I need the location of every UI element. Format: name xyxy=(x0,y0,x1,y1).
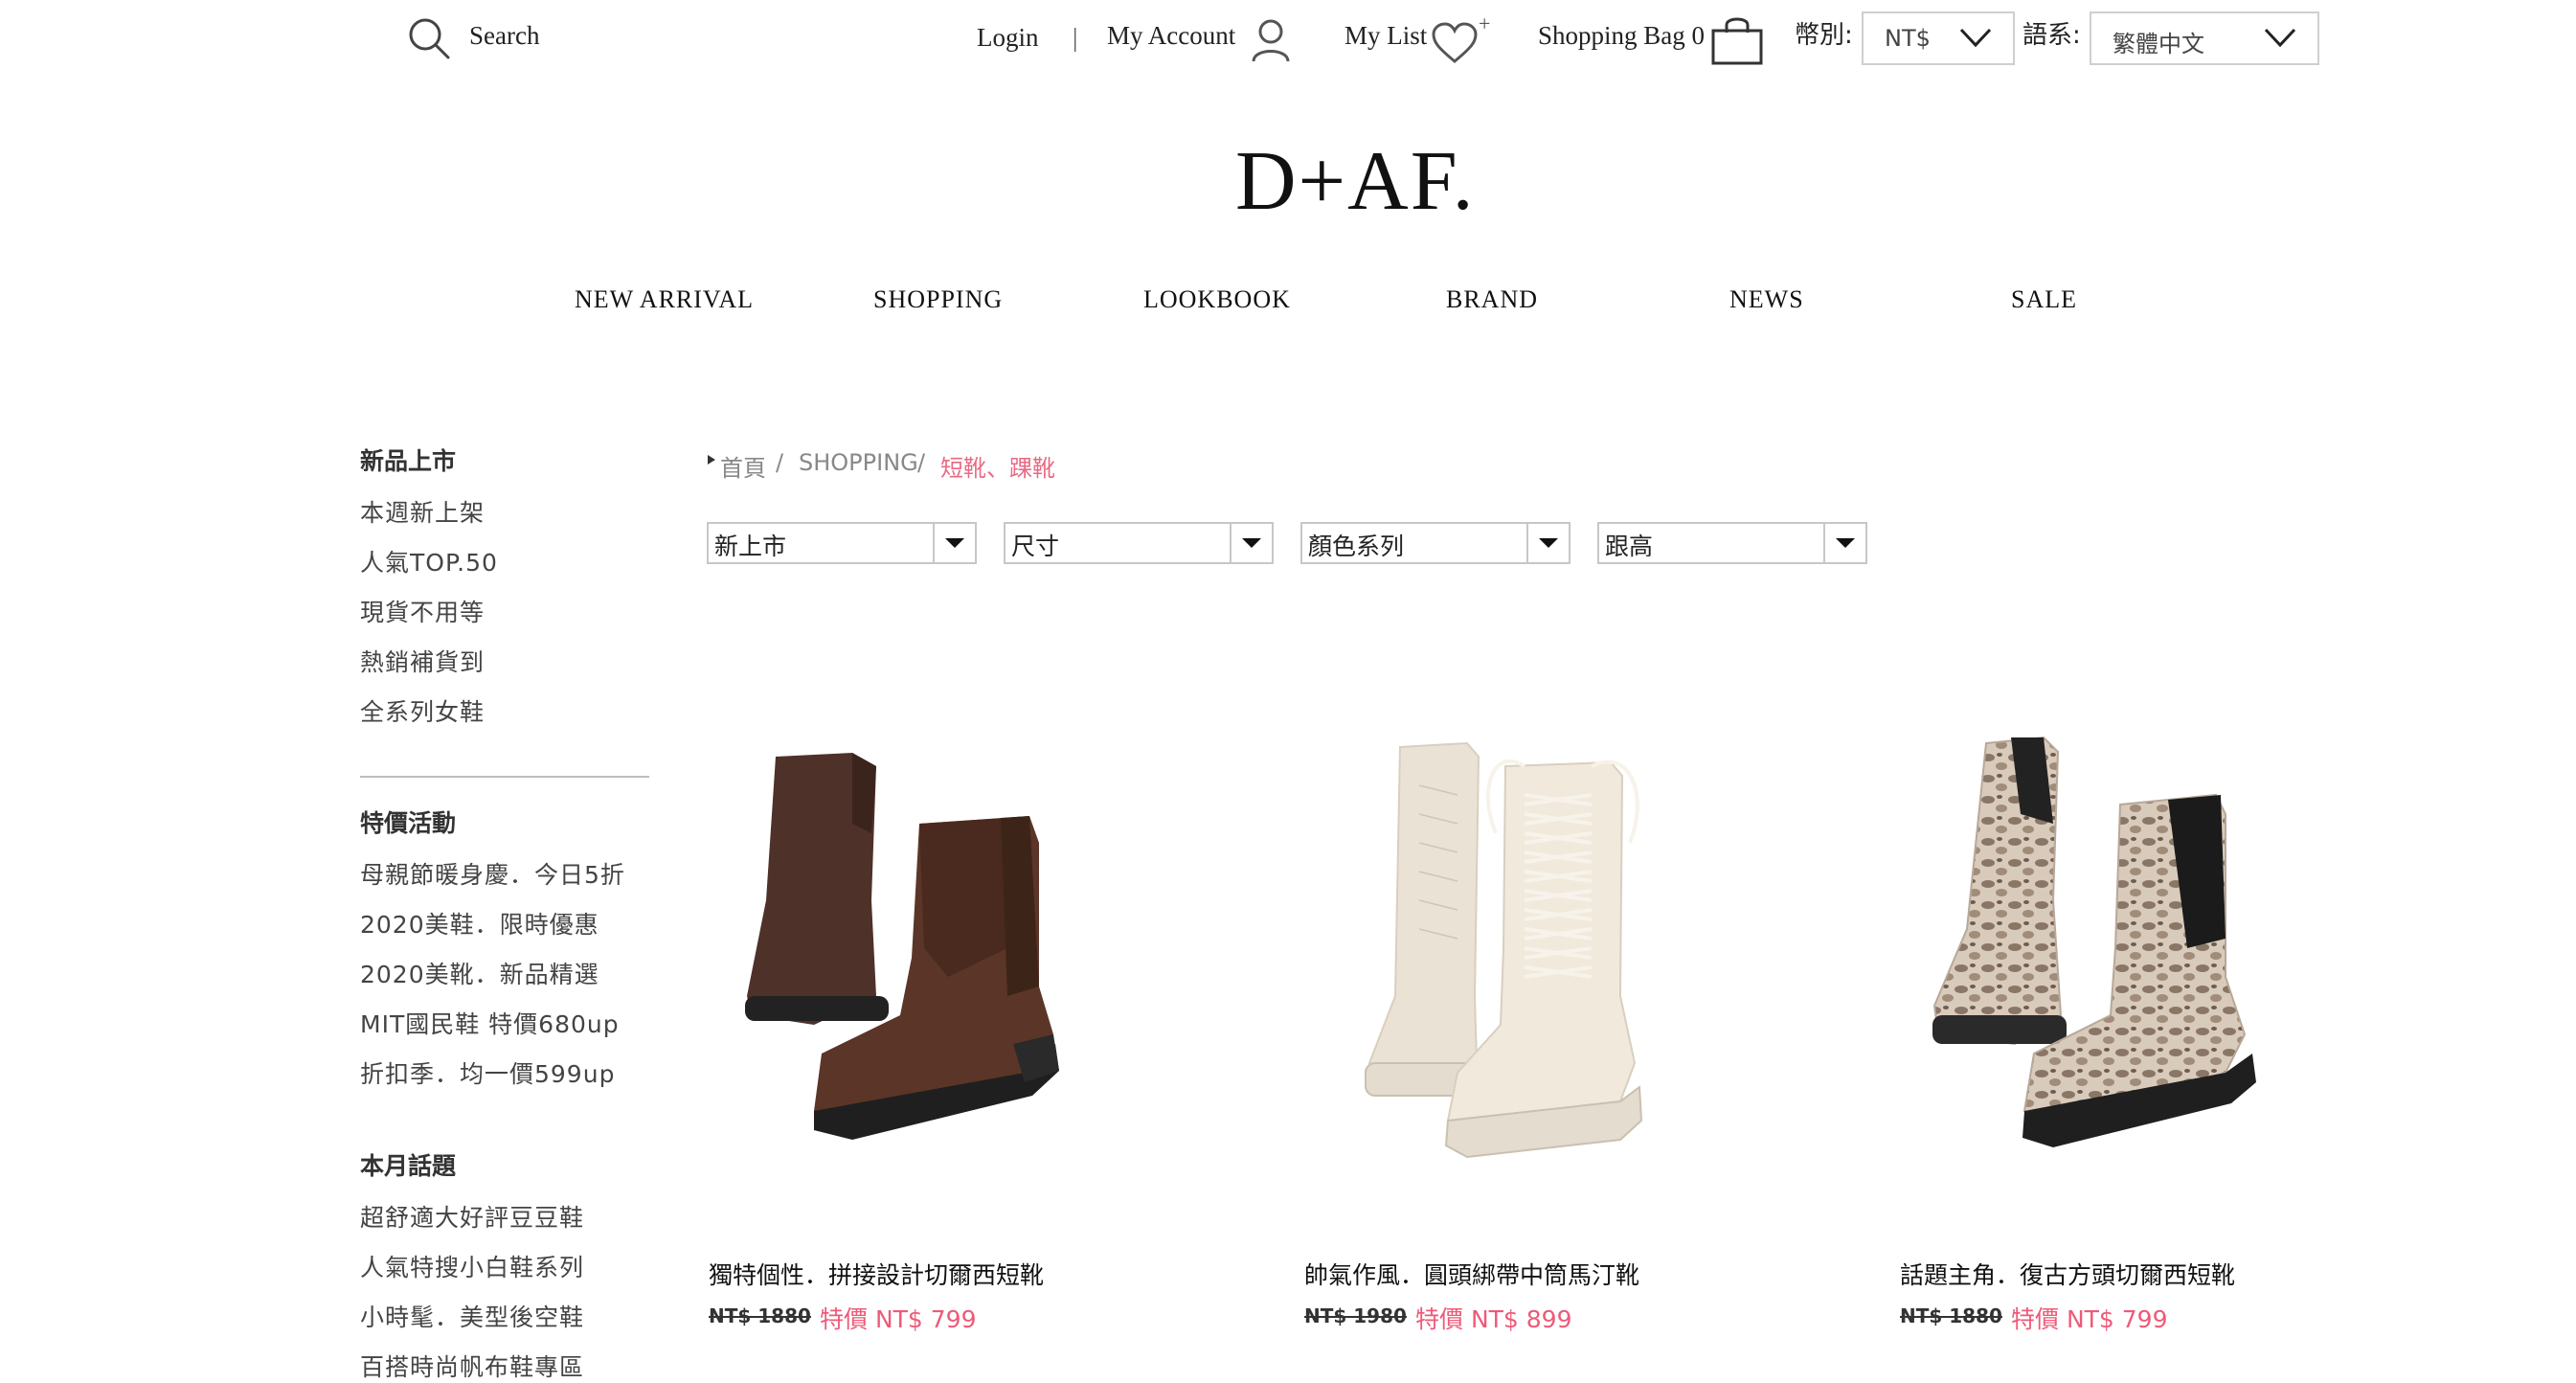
nav-brand[interactable]: BRAND xyxy=(1446,285,1538,314)
chevron-down-icon xyxy=(1959,28,1992,48)
shopping-bag-label: Shopping Bag 0 xyxy=(1538,21,1706,50)
shopping-bag-icon xyxy=(1711,17,1763,65)
my-account-label: My Account xyxy=(1107,21,1236,50)
brand-logo[interactable]: D+AF. xyxy=(1235,134,1476,230)
filter-label: 顏色系列 xyxy=(1308,533,1405,560)
top-bar: Search Login | My Account My List + Shop… xyxy=(0,0,2576,77)
sidebar-heading-sale: 特價活動 xyxy=(360,809,457,837)
sidebar-divider xyxy=(360,776,649,778)
product-image-python-chelsea-boot[interactable] xyxy=(1900,709,2379,1168)
my-list-label: My List xyxy=(1344,21,1428,50)
product-name[interactable]: 獨特個性．拼接設計切爾西短靴 xyxy=(709,1257,1044,1291)
product-old-price: NT$ 1880 xyxy=(709,1304,811,1327)
product-image-cream-lace-up-boot[interactable] xyxy=(1304,709,1783,1168)
login-link[interactable]: Login xyxy=(977,21,1039,54)
filter-label: 尺寸 xyxy=(1011,533,1060,560)
product-old-price: NT$ 1980 xyxy=(1304,1304,1407,1327)
sidebar-item[interactable]: 母親節暖身慶．今日5折 xyxy=(360,856,625,891)
sidebar-item[interactable]: 人氣TOP.50 xyxy=(360,544,498,578)
heart-icon xyxy=(1432,22,1478,63)
sidebar-item[interactable]: 2020美鞋．限時優惠 xyxy=(360,906,599,941)
filter-color[interactable]: 顏色系列 xyxy=(1300,522,1570,564)
search-label: Search xyxy=(469,21,540,50)
product-sale-price: 特價 NT$ 799 xyxy=(820,1305,977,1333)
my-list-link[interactable]: My List + xyxy=(1344,11,1498,65)
language-value: 繁體中文 xyxy=(2113,31,2204,57)
nav-shopping[interactable]: SHOPPING xyxy=(873,285,1003,314)
sidebar-item[interactable]: 人氣特搜小白鞋系列 xyxy=(360,1249,584,1283)
sidebar-item[interactable]: 超舒適大好評豆豆鞋 xyxy=(360,1199,584,1234)
sidebar-item[interactable]: 百搭時尚帆布鞋專區 xyxy=(360,1349,584,1383)
product-image-brown-chelsea-boot[interactable] xyxy=(709,709,1187,1168)
sidebar-heading-new: 新品上市 xyxy=(360,447,457,475)
dropdown-arrow-icon xyxy=(1230,524,1272,562)
header-separator: | xyxy=(1073,23,1078,52)
product-old-price: NT$ 1880 xyxy=(1900,1304,2002,1327)
search-link[interactable]: Search xyxy=(408,15,552,61)
sidebar-item[interactable]: 現貨不用等 xyxy=(360,594,485,628)
shopping-bag-link[interactable]: Shopping Bag 0 xyxy=(1538,11,1768,67)
nav-new-arrival[interactable]: NEW ARRIVAL xyxy=(575,285,754,314)
filter-size[interactable]: 尺寸 xyxy=(1004,522,1274,564)
nav-news[interactable]: NEWS xyxy=(1729,285,1804,314)
product-sale-price: 特價 NT$ 899 xyxy=(1415,1305,1572,1333)
filter-new[interactable]: 新上市 xyxy=(707,522,977,564)
user-icon xyxy=(1252,19,1290,62)
dropdown-arrow-icon xyxy=(1526,524,1569,562)
sidebar-item[interactable]: 折扣季．均一價599up xyxy=(360,1055,615,1090)
product-name[interactable]: 話題主角．復古方頭切爾西短靴 xyxy=(1900,1257,2235,1291)
sidebar-heading-topics: 本月話題 xyxy=(360,1152,457,1180)
caret-right-icon xyxy=(708,455,715,465)
my-account-link[interactable]: My Account xyxy=(1107,15,1299,63)
product-card[interactable]: 話題主角．復古方頭切爾西短靴 NT$ 1880 特價 NT$ 799 xyxy=(1900,709,2417,1333)
breadcrumb-separator: / xyxy=(917,449,926,476)
breadcrumb-shopping[interactable]: SHOPPING xyxy=(799,449,918,476)
product-sale-price: 特價 NT$ 799 xyxy=(2011,1305,2168,1333)
nav-sale[interactable]: SALE xyxy=(2011,285,2077,314)
product-card[interactable]: 獨特個性．拼接設計切爾西短靴 NT$ 1880 特價 NT$ 799 xyxy=(709,709,1226,1333)
currency-value: NT$ xyxy=(1885,25,1931,52)
breadcrumb-separator: / xyxy=(776,449,784,476)
search-icon xyxy=(409,18,450,59)
chevron-down-icon xyxy=(2264,28,2296,48)
filter-heel[interactable]: 跟高 xyxy=(1597,522,1867,564)
breadcrumb-home[interactable]: 首頁 xyxy=(720,449,766,483)
sidebar-item[interactable]: 2020美靴．新品精選 xyxy=(360,956,599,990)
breadcrumb-current: 短靴、踝靴 xyxy=(940,455,1055,482)
dropdown-arrow-icon xyxy=(1823,524,1865,562)
dropdown-arrow-icon xyxy=(933,524,975,562)
sidebar-item[interactable]: 小時髦．美型後空鞋 xyxy=(360,1299,584,1333)
language-label: 語系: xyxy=(2022,21,2081,50)
language-select[interactable]: 繁體中文 xyxy=(2090,11,2319,65)
product-name[interactable]: 帥氣作風．圓頭綁帶中筒馬汀靴 xyxy=(1304,1257,1639,1291)
sidebar-item[interactable]: 全系列女鞋 xyxy=(360,693,485,728)
filter-label: 新上市 xyxy=(714,533,787,560)
filter-label: 跟高 xyxy=(1605,533,1654,560)
currency-select[interactable]: NT$ xyxy=(1862,11,2015,65)
currency-label: 幣別: xyxy=(1795,21,1853,50)
nav-lookbook[interactable]: LOOKBOOK xyxy=(1143,285,1291,314)
product-card[interactable]: 帥氣作風．圓頭綁帶中筒馬汀靴 NT$ 1980 特價 NT$ 899 xyxy=(1304,709,1821,1333)
sidebar-item[interactable]: 熱銷補貨到 xyxy=(360,644,485,678)
sidebar-item[interactable]: 本週新上架 xyxy=(360,494,485,529)
sidebar-item[interactable]: MIT國民鞋 特價680up xyxy=(360,1006,620,1040)
my-list-plus: + xyxy=(1479,11,1491,35)
